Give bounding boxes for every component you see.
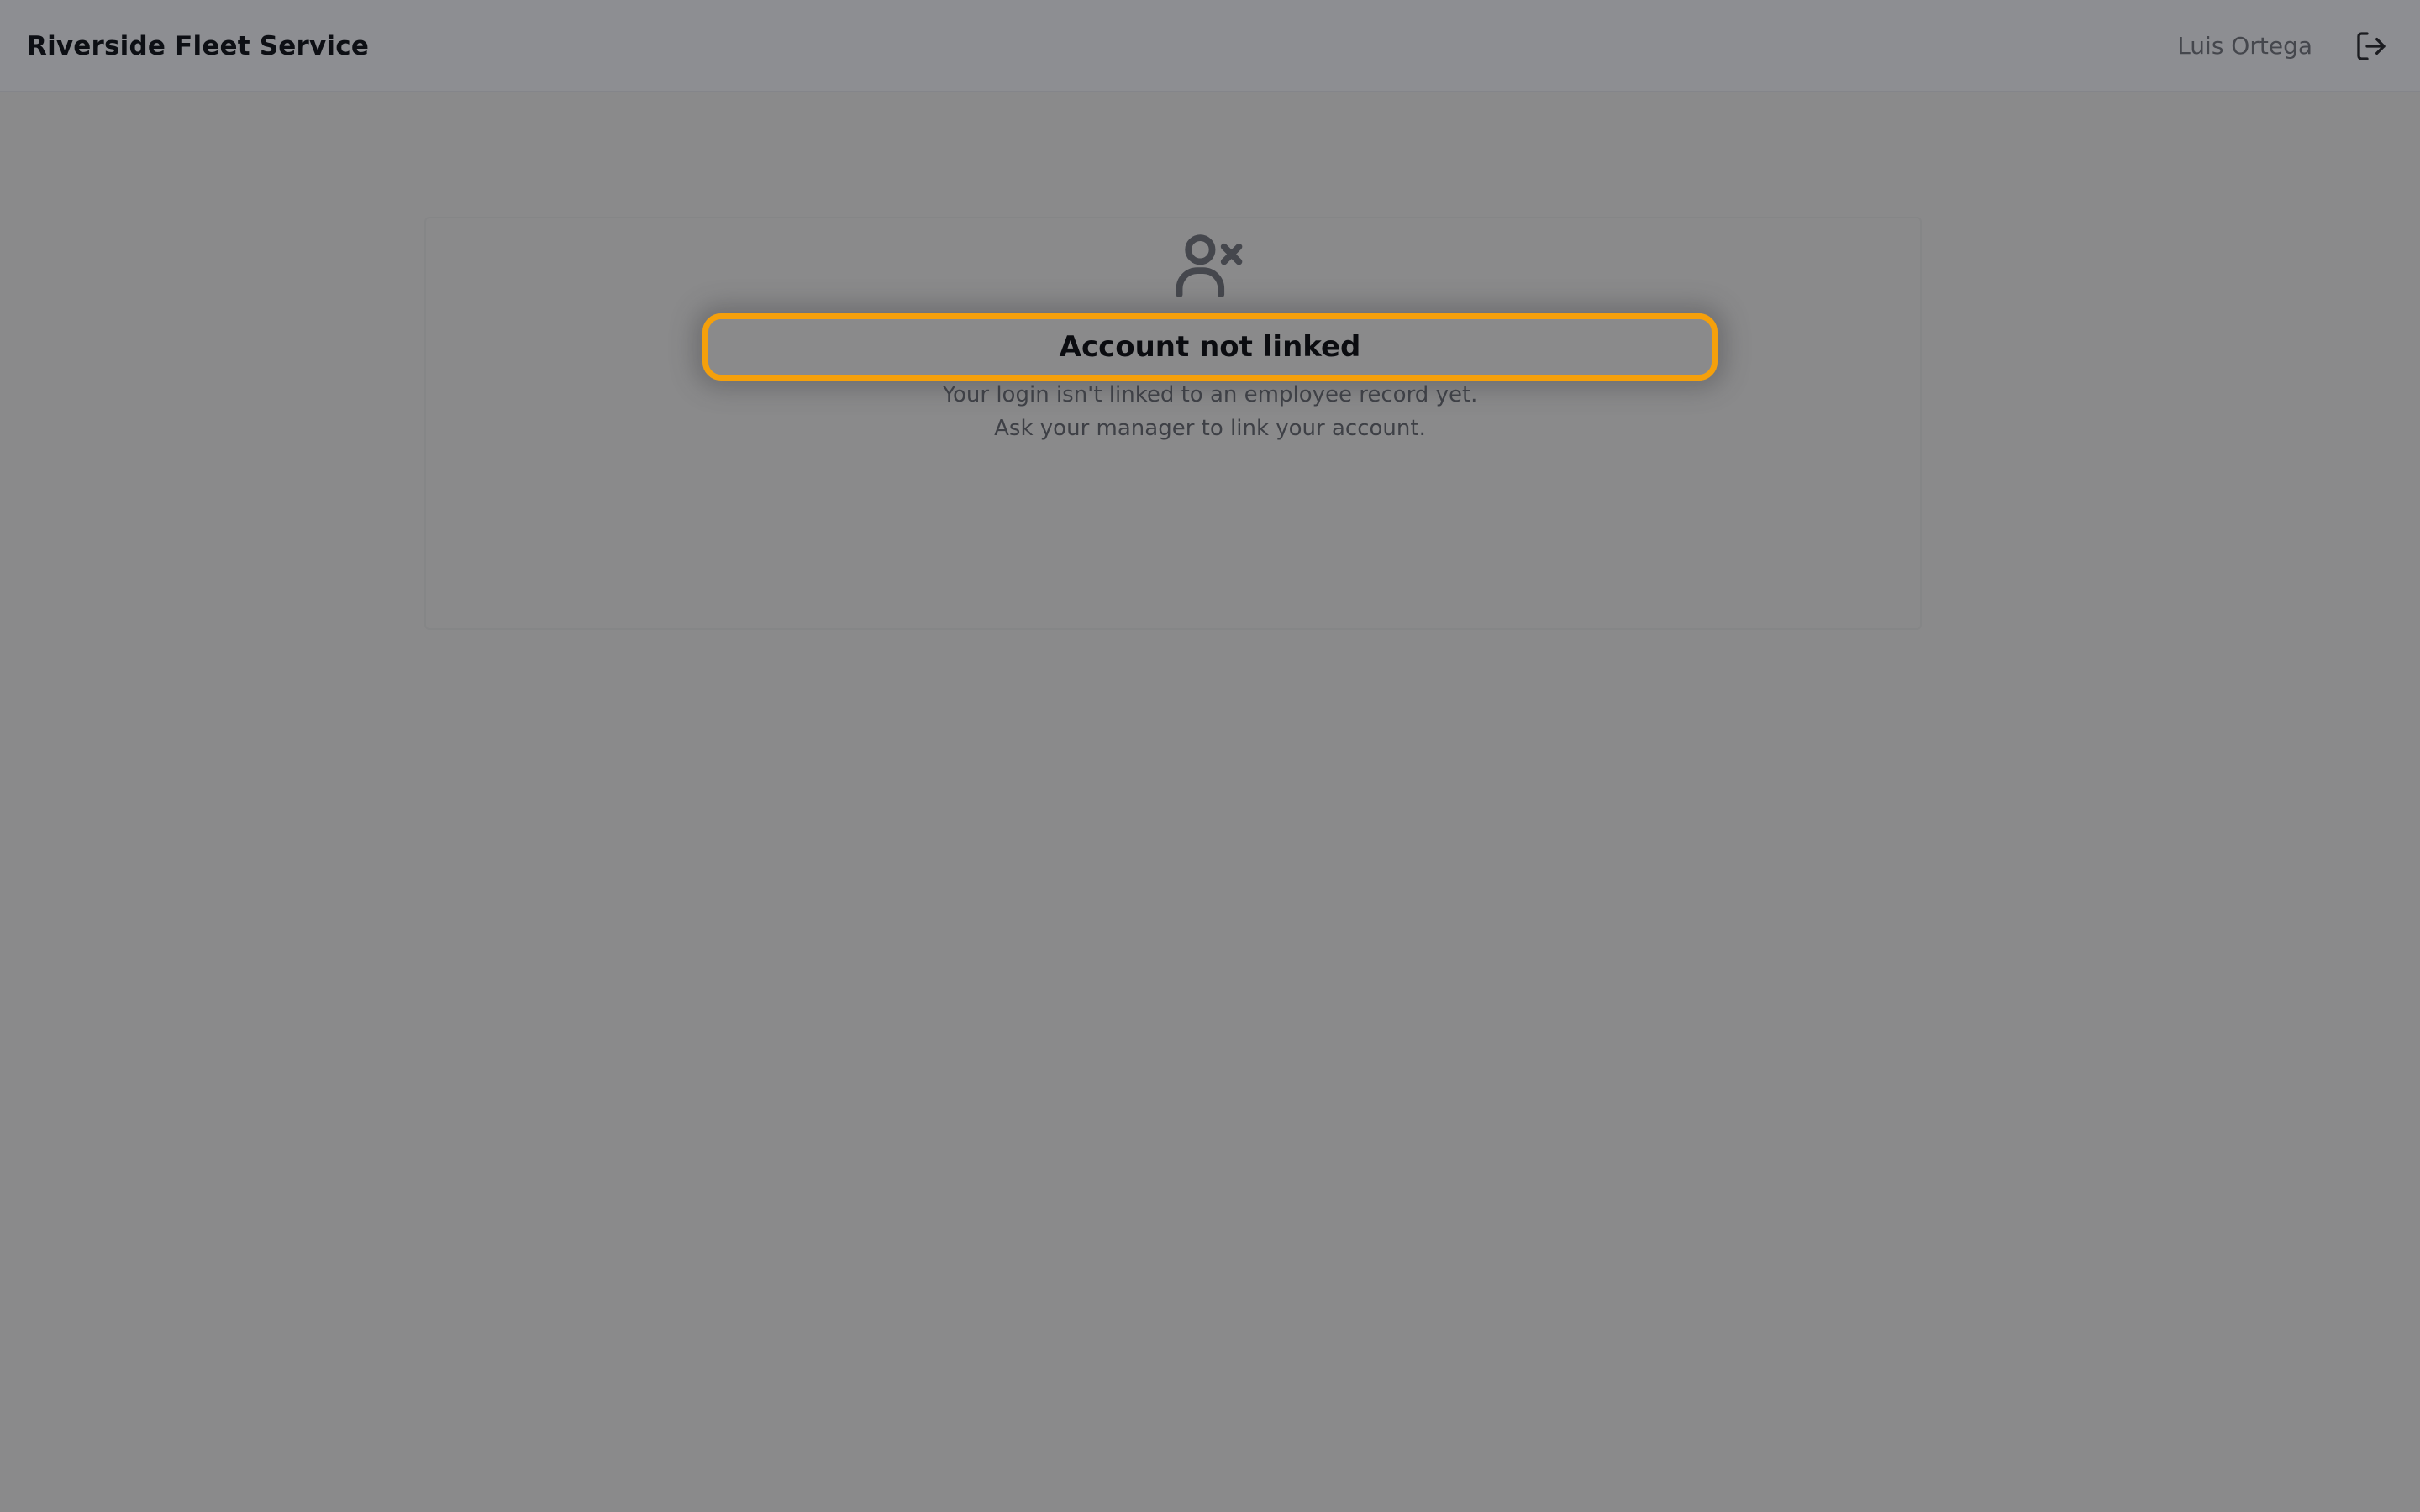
top-bar: Riverside Fleet Service Luis Ortega xyxy=(0,0,2420,92)
logout-icon xyxy=(2357,32,2386,60)
logout-button[interactable] xyxy=(2354,29,2388,63)
user-name: Luis Ortega xyxy=(2177,32,2312,60)
notice-title: Account not linked xyxy=(1059,330,1361,364)
notice-message-line2: Ask your manager to link your account. xyxy=(994,416,1426,441)
app-title: Riverside Fleet Service xyxy=(27,31,370,61)
user-x-icon xyxy=(1173,232,1245,297)
notice-message-line1: Your login isn't linked to an employee r… xyxy=(942,382,1478,407)
